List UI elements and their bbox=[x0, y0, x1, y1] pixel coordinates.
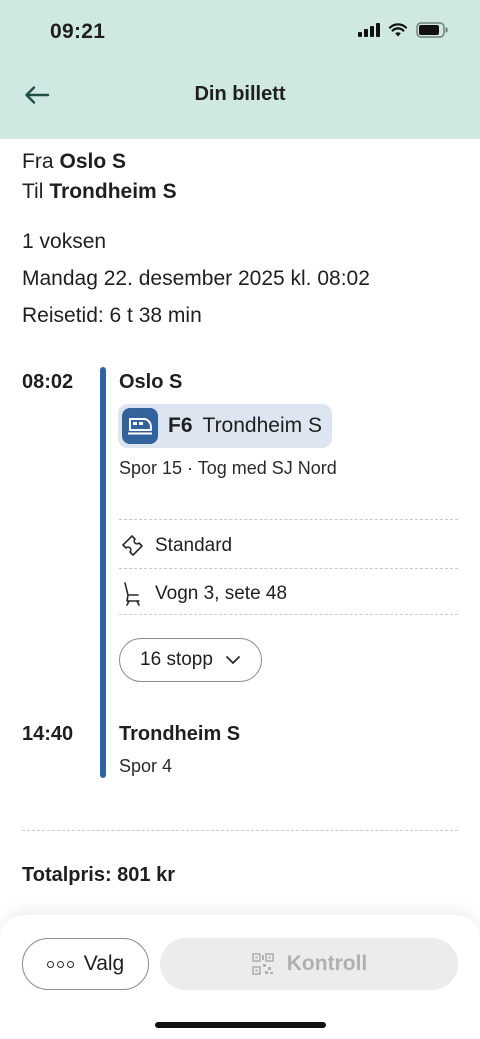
from-label: Fra bbox=[22, 150, 54, 173]
arrival-platform: Spor 4 bbox=[119, 756, 173, 776]
control-label: Kontroll bbox=[286, 952, 368, 975]
options-button[interactable]: Valg bbox=[22, 938, 149, 990]
departure-time: 08:02 bbox=[22, 371, 74, 393]
chevron-down-icon bbox=[226, 656, 240, 664]
divider bbox=[119, 614, 458, 615]
divider bbox=[22, 830, 458, 831]
line-code: F6 bbox=[168, 414, 193, 437]
status-icons bbox=[358, 22, 448, 38]
route-to: Til Trondheim S bbox=[22, 177, 177, 207]
seat-icon bbox=[124, 582, 140, 606]
qr-code-icon bbox=[251, 953, 274, 975]
more-dots-icon bbox=[46, 960, 74, 968]
line-destination: Trondheim S bbox=[202, 414, 322, 437]
total-price: Totalpris: 801 kr bbox=[22, 864, 176, 886]
platform-operator: Spor 15 · Tog med SJ Nord bbox=[119, 458, 337, 478]
options-label: Valg bbox=[83, 952, 125, 975]
route-from: Fra Oslo S bbox=[22, 147, 177, 177]
divider bbox=[119, 519, 458, 520]
route-summary: Fra Oslo S Til Trondheim S bbox=[22, 147, 177, 207]
battery-icon bbox=[416, 22, 448, 38]
from-station: Oslo S bbox=[59, 150, 127, 173]
arrival-time: 14:40 bbox=[22, 723, 74, 745]
seat-info: Vogn 3, sete 48 bbox=[155, 583, 288, 604]
status-time: 09:21 bbox=[50, 20, 106, 43]
page-title: Din billett bbox=[194, 83, 286, 105]
journey-timeline-bar bbox=[100, 367, 106, 778]
wifi-icon bbox=[389, 23, 407, 37]
arrival-station: Trondheim S bbox=[119, 723, 241, 745]
signal-icon bbox=[358, 23, 380, 37]
stops-toggle-button[interactable]: 16 stopp bbox=[119, 638, 262, 682]
control-button[interactable]: Kontroll bbox=[160, 938, 458, 990]
app-header: 09:21 Din billett bbox=[0, 0, 480, 139]
ticket-class: Standard bbox=[155, 535, 233, 556]
stops-label: 16 stopp bbox=[140, 649, 213, 670]
ticket-icon bbox=[122, 535, 143, 556]
departure-station: Oslo S bbox=[119, 371, 183, 393]
departure-datetime: Mandag 22. desember 2025 kl. 08:02 bbox=[22, 267, 370, 290]
travel-duration: Reisetid: 6 t 38 min bbox=[22, 304, 202, 327]
train-line-chip: F6 Trondheim S bbox=[118, 404, 332, 448]
divider bbox=[119, 568, 458, 569]
home-indicator bbox=[155, 1022, 326, 1028]
passenger-count: 1 voksen bbox=[22, 230, 107, 253]
train-icon bbox=[122, 408, 158, 444]
to-station: Trondheim S bbox=[49, 180, 177, 203]
to-label: Til bbox=[22, 180, 44, 203]
ticket-class-row: Standard bbox=[119, 534, 232, 558]
seat-row: Vogn 3, sete 48 bbox=[119, 581, 287, 607]
